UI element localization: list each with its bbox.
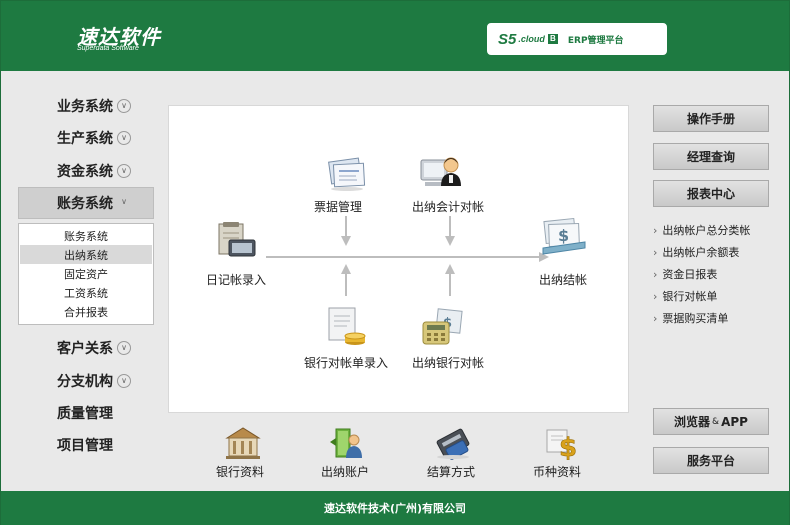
journal-icon[interactable] bbox=[215, 222, 259, 264]
header-bar: 速达软件 Superdata Software S5 .cloud B ERP管… bbox=[1, 1, 789, 71]
bottom-item-cashier-account[interactable]: 出纳账户 bbox=[321, 463, 369, 480]
flow-node-journal-entry[interactable]: 日记帐录入 bbox=[206, 271, 266, 288]
chevron-down-icon: ∨ bbox=[117, 341, 131, 355]
bank-statement-icon[interactable] bbox=[325, 306, 367, 352]
chevron-right-icon: › bbox=[653, 312, 658, 325]
cashier-account-icon[interactable] bbox=[326, 426, 366, 464]
footer-bar: 速达软件技术(广州)有限公司 bbox=[1, 491, 789, 525]
chevron-right-icon: › bbox=[653, 268, 658, 281]
flow-node-bank-statement-entry[interactable]: 银行对帐单录入 bbox=[304, 354, 388, 371]
nav-item-label: 资金系统 bbox=[57, 164, 113, 180]
browser-app-amp: & bbox=[712, 416, 720, 427]
bank-icon[interactable] bbox=[223, 426, 263, 464]
bottom-item-bank-info[interactable]: 银行资料 bbox=[216, 463, 264, 480]
product-cloud: .cloud bbox=[518, 34, 545, 44]
chevron-down-icon: ∨ bbox=[117, 131, 131, 145]
bottom-item-currency[interactable]: 币种资料 bbox=[533, 463, 581, 480]
nav-item-label: 客户关系 bbox=[57, 341, 113, 357]
service-platform-button[interactable]: 服务平台 bbox=[653, 447, 769, 474]
nav-item-accounting[interactable]: 账务系统 ∨ bbox=[57, 193, 131, 213]
footer-company: 速达软件技术(广州)有限公司 bbox=[323, 502, 467, 515]
bottom-item-settlement[interactable]: 结算方式 bbox=[427, 463, 475, 480]
submenu-item-ledger[interactable]: 账务系统 bbox=[20, 226, 152, 245]
report-link-label: 银行对帐单 bbox=[662, 290, 718, 303]
submenu-item-cashier[interactable]: 出纳系统 bbox=[20, 245, 152, 264]
app-window: 速达软件 Superdata Software S5 .cloud B ERP管… bbox=[0, 0, 790, 525]
report-link-label: 资金日报表 bbox=[662, 268, 718, 281]
submenu-item-consolidated-reports[interactable]: 合并报表 bbox=[20, 302, 152, 321]
nav-item-production[interactable]: 生产系统 ∨ bbox=[57, 128, 131, 148]
nav-item-label: 质量管理 bbox=[57, 406, 113, 422]
report-center-button[interactable]: 报表中心 bbox=[653, 180, 769, 207]
nav-item-projects[interactable]: 项目管理 bbox=[57, 435, 113, 455]
product-edition-badge: B bbox=[547, 34, 558, 44]
report-link[interactable]: › 票据购买清单 bbox=[653, 310, 728, 326]
report-link-label: 票据购买清单 bbox=[662, 312, 729, 325]
chevron-right-icon: › bbox=[653, 246, 658, 259]
browser-app-label-b: APP bbox=[721, 414, 748, 429]
nav-item-quality[interactable]: 质量管理 bbox=[57, 403, 113, 423]
nav-item-crm[interactable]: 客户关系 ∨ bbox=[57, 338, 131, 358]
accounting-submenu: 账务系统 出纳系统 固定资产 工资系统 合并报表 bbox=[18, 223, 154, 325]
currency-icon[interactable]: $ bbox=[543, 426, 583, 464]
report-link[interactable]: › 出纳帐户余额表 bbox=[653, 244, 739, 260]
nav-item-label: 分支机构 bbox=[57, 374, 113, 390]
report-link-label: 出纳帐户余额表 bbox=[662, 246, 740, 259]
chevron-right-icon: › bbox=[653, 224, 658, 237]
flow-node-bank-reconcile[interactable]: 出纳银行对帐 bbox=[412, 354, 484, 371]
chevron-down-icon: ∨ bbox=[117, 374, 131, 388]
cashier-flow-panel: 票据管理 出纳会计对帐 日记帐录入 $ 出纳结帐 银行对帐单录入 出纳银行对帐 bbox=[168, 105, 629, 413]
submenu-item-fixed-assets[interactable]: 固定资产 bbox=[20, 264, 152, 283]
nav-item-funds[interactable]: 资金系统 ∨ bbox=[57, 161, 131, 181]
browser-app-label-a: 浏览器 bbox=[674, 415, 711, 429]
settlement-icon[interactable] bbox=[433, 426, 473, 464]
nav-item-business[interactable]: 业务系统 ∨ bbox=[57, 96, 131, 116]
logo-subtitle: Superdata Software bbox=[77, 45, 139, 52]
browser-app-button[interactable]: 浏览器 & APP bbox=[653, 408, 769, 435]
submenu-item-payroll[interactable]: 工资系统 bbox=[20, 283, 152, 302]
operation-manual-button[interactable]: 操作手册 bbox=[653, 105, 769, 132]
nav-item-label: 项目管理 bbox=[57, 438, 113, 454]
product-s5: S5 bbox=[498, 30, 517, 48]
svg-text:$: $ bbox=[558, 226, 569, 245]
report-link-label: 出纳帐户总分类帐 bbox=[662, 224, 751, 237]
bills-icon[interactable] bbox=[326, 154, 368, 196]
nav-item-label: 账务系统 bbox=[57, 196, 113, 212]
chevron-down-icon: ∨ bbox=[117, 164, 131, 178]
flow-node-bills[interactable]: 票据管理 bbox=[314, 198, 362, 215]
report-link[interactable]: › 资金日报表 bbox=[653, 266, 717, 282]
product-erp-label: ERP管理平台 bbox=[567, 35, 624, 46]
person-computer-icon[interactable] bbox=[419, 152, 465, 196]
report-link[interactable]: › 出纳帐户总分类帐 bbox=[653, 222, 750, 238]
svg-text:$: $ bbox=[559, 433, 577, 460]
calculator-icon[interactable]: $ bbox=[421, 308, 465, 352]
chevron-right-icon: › bbox=[653, 290, 658, 303]
flow-node-closing[interactable]: 出纳结帐 bbox=[539, 271, 587, 288]
report-link[interactable]: › 银行对帐单 bbox=[653, 288, 717, 304]
nav-item-label: 生产系统 bbox=[57, 131, 113, 147]
manager-query-button[interactable]: 经理查询 bbox=[653, 143, 769, 170]
nav-item-label: 业务系统 bbox=[57, 99, 113, 115]
nav-item-branches[interactable]: 分支机构 ∨ bbox=[57, 371, 131, 391]
flow-node-reconcile-accounting[interactable]: 出纳会计对帐 bbox=[412, 198, 484, 215]
chevron-down-icon: ∨ bbox=[121, 197, 127, 206]
chevron-down-icon: ∨ bbox=[117, 99, 131, 113]
product-badge: S5 .cloud B ERP管理平台 bbox=[487, 23, 667, 55]
closing-icon[interactable]: $ bbox=[539, 214, 589, 262]
